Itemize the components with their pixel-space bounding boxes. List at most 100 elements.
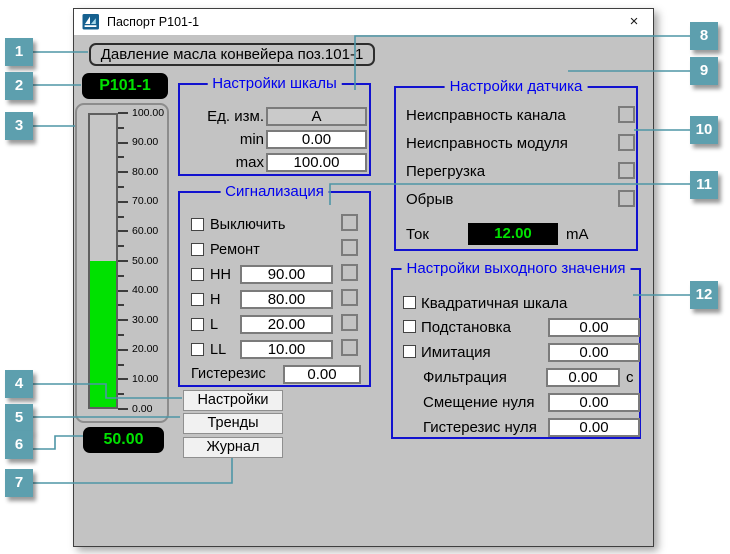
min-field[interactable]: 0.00	[266, 130, 367, 149]
gauge-tick	[118, 112, 128, 114]
l-label: L	[210, 317, 219, 333]
gauge-tick	[118, 245, 124, 248]
simulation-field[interactable]: 0.00	[548, 343, 640, 362]
disable-checkbox[interactable]	[191, 218, 204, 231]
settings-button[interactable]: Настройки	[183, 390, 283, 411]
gauge-tick-label: 30.00	[132, 313, 159, 326]
overload-label: Перегрузка	[406, 163, 486, 180]
ll-indicator	[341, 339, 358, 356]
callout-badge-3: 3	[5, 112, 33, 140]
sensor-settings-group: Настройки датчика Неисправность канала Н…	[394, 77, 638, 251]
maintenance-indicator	[341, 239, 358, 256]
gauge-tick	[118, 334, 124, 336]
max-label: max	[235, 154, 264, 171]
channel-fault-label: Неисправность канала	[406, 107, 566, 124]
value-display: 50.00	[83, 427, 164, 453]
journal-button[interactable]: Журнал	[183, 437, 283, 458]
hysteresis-field[interactable]: 0.00	[283, 365, 361, 384]
output-group-title: Настройки выходного значения	[401, 259, 631, 278]
callout-badge-11: 11	[690, 171, 718, 199]
gauge-tick-label: 20.00	[132, 343, 159, 356]
passport-window: Паспорт Р101-1 × Давление масла конвейер…	[73, 8, 654, 547]
alarms-group: Сигнализация Выключить Ремонт HH 90.00 H…	[178, 182, 371, 387]
h-field[interactable]: 80.00	[240, 290, 333, 309]
maintenance-label: Ремонт	[210, 242, 260, 258]
max-field[interactable]: 100.00	[266, 153, 367, 172]
filtering-label: Фильтрация	[423, 369, 507, 386]
gauge-tick-label: 60.00	[132, 224, 159, 237]
callout-badge-1: 1	[5, 38, 33, 66]
gauge-tick	[118, 304, 124, 307]
zero-offset-field[interactable]: 0.00	[548, 393, 640, 412]
gauge-tick	[118, 200, 128, 203]
module-fault-indicator	[618, 134, 635, 151]
min-label: min	[239, 131, 264, 148]
l-indicator	[341, 314, 358, 331]
description-label: Давление масла конвейера поз.101-1	[89, 43, 375, 66]
overload-indicator	[618, 162, 635, 179]
wire-break-label: Обрыв	[406, 191, 454, 208]
channel-fault-indicator	[618, 106, 635, 123]
h-label: H	[210, 292, 221, 308]
gauge-scale-labels: 100.00 90.00 80.00 70.00 60.00 50.00 40.00 30.0…	[132, 105, 170, 421]
trends-button[interactable]: Тренды	[183, 413, 283, 434]
hysteresis-label: Гистерезис	[191, 366, 266, 382]
gauge-tick	[118, 289, 128, 292]
gauge-tick	[118, 141, 128, 144]
gauge-tick-label: 50.00	[132, 254, 159, 267]
callout-badge-7: 7	[5, 469, 33, 497]
callout-badge-12: 12	[690, 281, 718, 309]
callout-badge-6: 6	[5, 431, 33, 459]
callout-badge-4: 4	[5, 370, 33, 398]
maintenance-checkbox[interactable]	[191, 243, 204, 256]
h-checkbox[interactable]	[191, 293, 204, 306]
wire-break-indicator	[618, 190, 635, 207]
filtering-field[interactable]: 0.00	[546, 368, 620, 387]
gauge-tick	[118, 274, 124, 277]
ll-field[interactable]: 10.00	[240, 340, 333, 359]
gauge-tick	[118, 408, 128, 410]
hh-checkbox[interactable]	[191, 268, 204, 281]
gauge-tick-label: 90.00	[132, 136, 159, 149]
gauge-tick-label: 80.00	[132, 165, 159, 178]
callout-badge-8: 8	[690, 22, 718, 50]
substitution-field[interactable]: 0.00	[548, 318, 640, 337]
close-button[interactable]: ×	[620, 11, 648, 33]
output-settings-group: Настройки выходного значения Квадратична…	[391, 259, 641, 439]
scale-group-title: Настройки шкалы	[207, 74, 342, 93]
zero-hysteresis-field[interactable]: 0.00	[548, 418, 640, 437]
callout-badge-10: 10	[690, 116, 718, 144]
unit-label: Ед. изм.	[207, 108, 264, 125]
simulation-checkbox[interactable]	[403, 345, 416, 358]
unit-field[interactable]: А	[266, 107, 367, 126]
l-checkbox[interactable]	[191, 318, 204, 331]
gauge-tick	[118, 126, 124, 129]
gauge-tick	[118, 393, 124, 396]
quadratic-scale-checkbox[interactable]	[403, 296, 416, 309]
zero-offset-label: Смещение нуля	[423, 394, 535, 411]
alarms-group-title: Сигнализация	[220, 182, 329, 201]
sensor-group-title: Настройки датчика	[444, 77, 588, 96]
scale-settings-group: Настройки шкалы Ед. изм. А min 0.00 max …	[178, 74, 371, 176]
app-icon	[82, 14, 99, 30]
gauge-tick	[118, 348, 128, 351]
h-indicator	[341, 289, 358, 306]
gauge-tick-label: 10.00	[132, 372, 159, 385]
hh-field[interactable]: 90.00	[240, 265, 333, 284]
gauge-tick	[118, 378, 128, 381]
substitution-checkbox[interactable]	[403, 320, 416, 333]
gauge-tick-label: 0.00	[132, 402, 153, 415]
disable-label: Выключить	[210, 217, 286, 233]
tag-display: P101-1	[82, 73, 168, 99]
callout-badge-9: 9	[690, 57, 718, 85]
gauge-tick	[118, 171, 128, 174]
gauge-tick	[118, 319, 128, 322]
hh-label: HH	[210, 267, 231, 283]
gauge-tick-label: 70.00	[132, 195, 159, 208]
gauge-bar	[88, 113, 118, 409]
module-fault-label: Неисправность модуля	[406, 135, 568, 152]
page-root: Паспорт Р101-1 × Давление масла конвейер…	[0, 0, 730, 554]
window-title: Паспорт Р101-1	[107, 15, 200, 29]
l-field[interactable]: 20.00	[240, 315, 333, 334]
ll-checkbox[interactable]	[191, 343, 204, 356]
